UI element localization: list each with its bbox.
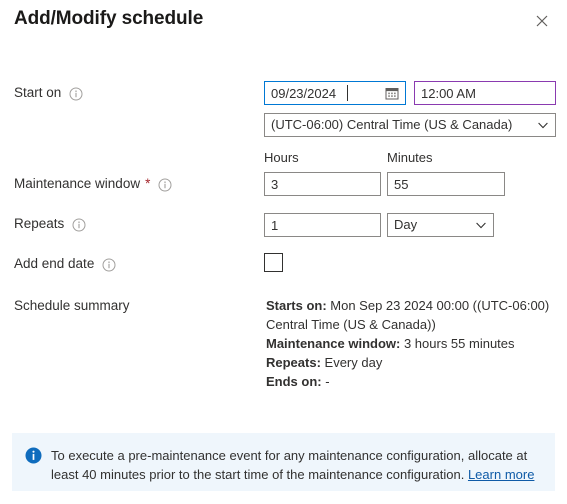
learn-more-link[interactable]: Learn more	[468, 467, 534, 482]
start-time-input[interactable]	[414, 81, 556, 105]
add-end-date-checkbox[interactable]	[264, 253, 283, 272]
start-on-label-text: Start on	[14, 85, 62, 100]
close-icon[interactable]	[529, 8, 555, 34]
info-icon[interactable]	[69, 87, 83, 101]
info-icon[interactable]	[72, 218, 86, 232]
maintenance-minutes-input[interactable]	[387, 172, 505, 196]
timezone-select[interactable]: (UTC-06:00) Central Time (US & Canada)	[264, 113, 556, 137]
hours-column-header: Hours	[264, 150, 299, 165]
schedule-summary-label-text: Schedule summary	[14, 298, 130, 313]
timezone-value: (UTC-06:00) Central Time (US & Canada)	[271, 117, 513, 132]
chevron-down-icon	[538, 122, 548, 129]
maintenance-window-label-text: Maintenance window	[14, 176, 141, 191]
row-schedule-summary: Schedule summary Starts on: Mon Sep 23 2…	[0, 294, 567, 394]
add-end-date-label-text: Add end date	[14, 256, 95, 271]
repeats-unit-select[interactable]: Day	[387, 213, 494, 237]
info-banner: To execute a pre-maintenance event for a…	[12, 433, 555, 491]
start-on-label: Start on	[14, 85, 83, 100]
minutes-column-header: Minutes	[387, 150, 433, 165]
info-circle-icon	[25, 447, 42, 464]
repeats-label-text: Repeats	[14, 216, 65, 231]
row-start-on: Start on 09/23/2024 12:00 AM (UTC-06:00)…	[0, 46, 567, 137]
repeats-label: Repeats	[14, 216, 86, 231]
start-date-wrap	[264, 81, 406, 105]
schedule-summary-label: Schedule summary	[14, 298, 130, 313]
summary-value: Every day	[320, 355, 383, 370]
banner-message: To execute a pre-maintenance event for a…	[51, 448, 528, 482]
banner-text: To execute a pre-maintenance event for a…	[51, 446, 541, 484]
row-maintenance-window: Hours Minutes Maintenance window *	[0, 146, 567, 196]
summary-key: Ends on:	[266, 374, 322, 389]
summary-value: -	[321, 374, 330, 389]
summary-key: Maintenance window:	[266, 336, 401, 351]
repeats-unit-value: Day	[394, 217, 418, 232]
maintenance-window-label: Maintenance window *	[14, 176, 172, 191]
page-title: Add/Modify schedule	[14, 8, 204, 29]
chevron-down-icon	[476, 222, 486, 229]
schedule-summary-text: Starts on: Mon Sep 23 2024 00:00 ((UTC-0…	[266, 296, 558, 391]
maintenance-hours-input[interactable]	[264, 172, 381, 196]
row-repeats: Repeats Day	[0, 212, 567, 244]
info-icon[interactable]	[102, 258, 116, 272]
summary-line: Maintenance window: 3 hours 55 minutes	[266, 334, 558, 353]
summary-value: 3 hours 55 minutes	[400, 336, 515, 351]
summary-line: Repeats: Every day	[266, 353, 558, 372]
row-add-end-date: Add end date	[0, 252, 567, 282]
calendar-icon[interactable]	[385, 86, 399, 100]
panel-header: Add/Modify schedule	[0, 0, 567, 46]
repeats-count-input[interactable]	[264, 213, 381, 237]
text-caret	[347, 85, 348, 101]
summary-key: Starts on:	[266, 298, 327, 313]
summary-line: Ends on: -	[266, 372, 558, 391]
required-asterisk: *	[145, 175, 151, 191]
summary-line: Starts on: Mon Sep 23 2024 00:00 ((UTC-0…	[266, 296, 558, 334]
add-end-date-label: Add end date	[14, 256, 116, 271]
info-icon[interactable]	[158, 178, 172, 192]
summary-key: Repeats:	[266, 355, 321, 370]
